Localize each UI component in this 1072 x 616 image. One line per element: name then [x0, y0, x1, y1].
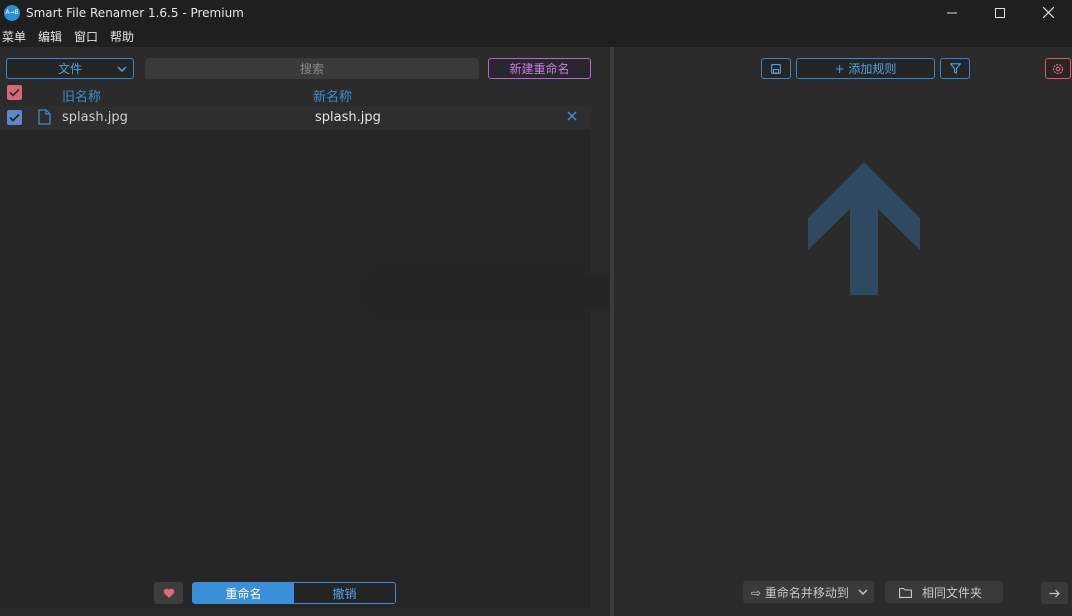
title-bar: A→B Smart File Renamer 1.6.5 - Premium: [0, 0, 1072, 25]
maximize-button[interactable]: [976, 0, 1024, 25]
menu-edit[interactable]: 编辑: [38, 28, 62, 45]
move-target-label: ⇨ 重命名并移动到: [751, 585, 849, 600]
file-toolbar: 文件 新建重命名: [6, 58, 606, 80]
arrow-up-icon: [808, 162, 920, 295]
new-file-name: splash.jpg: [315, 110, 381, 125]
menu-help[interactable]: 帮助: [110, 28, 134, 45]
check-icon: [9, 88, 20, 97]
destination-folder-button[interactable]: 相同文件夹: [885, 581, 1003, 603]
rename-button[interactable]: 重命名: [193, 583, 294, 603]
file-list: splash.jpg splash.jpg: [0, 106, 591, 608]
close-icon: [1042, 7, 1054, 18]
arrow-right-icon: [1049, 589, 1060, 597]
save-rules-button[interactable]: [761, 58, 791, 79]
row-checkbox[interactable]: [7, 110, 22, 125]
type-select-value: 文件: [57, 62, 82, 76]
old-file-name: splash.jpg: [62, 110, 128, 125]
heart-icon: [163, 588, 174, 598]
search-input[interactable]: [145, 58, 479, 79]
undo-button[interactable]: 撤销: [294, 583, 395, 603]
column-new-name[interactable]: 新名称: [313, 86, 352, 105]
new-rename-button[interactable]: 新建重命名: [488, 58, 591, 79]
window-title: Smart File Renamer 1.6.5 - Premium: [26, 5, 244, 20]
rules-panel: + 添加规则 ⇨ 重命名并移动到 相同文件夹: [614, 47, 1072, 616]
select-all-checkbox[interactable]: [7, 85, 22, 100]
app-icon: A→B: [4, 4, 20, 21]
close-button[interactable]: [1024, 0, 1072, 25]
menu-bar: 菜单 编辑 窗口 帮助: [0, 25, 1072, 47]
type-select[interactable]: 文件: [6, 58, 134, 79]
folder-icon: [899, 587, 912, 598]
save-icon: [771, 63, 781, 74]
file-panel: 文件 新建重命名 旧名称 新名称 splash.jpg splash.jpg: [0, 47, 610, 616]
add-rule-label: + 添加规则: [834, 62, 897, 76]
filter-icon: [949, 63, 961, 74]
next-button[interactable]: [1041, 582, 1068, 604]
gear-icon: [1052, 63, 1064, 74]
table-row[interactable]: splash.jpg splash.jpg: [0, 106, 591, 130]
file-icon: [38, 109, 51, 125]
destination-folder-label: 相同文件夹: [922, 585, 983, 600]
check-icon: [9, 113, 20, 122]
filter-button[interactable]: [940, 58, 970, 79]
add-rule-button[interactable]: + 添加规则: [796, 58, 935, 79]
table-header: 旧名称 新名称: [0, 83, 591, 105]
chevron-down-icon: [117, 66, 127, 73]
chevron-down-icon: [858, 589, 868, 596]
column-old-name[interactable]: 旧名称: [62, 86, 101, 105]
rename-undo-toggle: 重命名 撤销: [192, 582, 396, 604]
window-controls: [928, 0, 1072, 25]
settings-button[interactable]: [1045, 58, 1071, 79]
new-rename-label: 新建重命名: [509, 62, 570, 76]
menu-main[interactable]: 菜单: [2, 28, 26, 45]
minimize-icon: [947, 12, 957, 13]
favorite-button[interactable]: [154, 582, 183, 604]
close-icon: [567, 111, 577, 121]
maximize-icon: [995, 7, 1005, 18]
remove-file-button[interactable]: [567, 109, 577, 125]
action-bar: 重命名 撤销: [0, 579, 610, 607]
move-target-select[interactable]: ⇨ 重命名并移动到: [743, 581, 874, 603]
menu-window[interactable]: 窗口: [74, 28, 98, 45]
minimize-button[interactable]: [928, 0, 976, 25]
